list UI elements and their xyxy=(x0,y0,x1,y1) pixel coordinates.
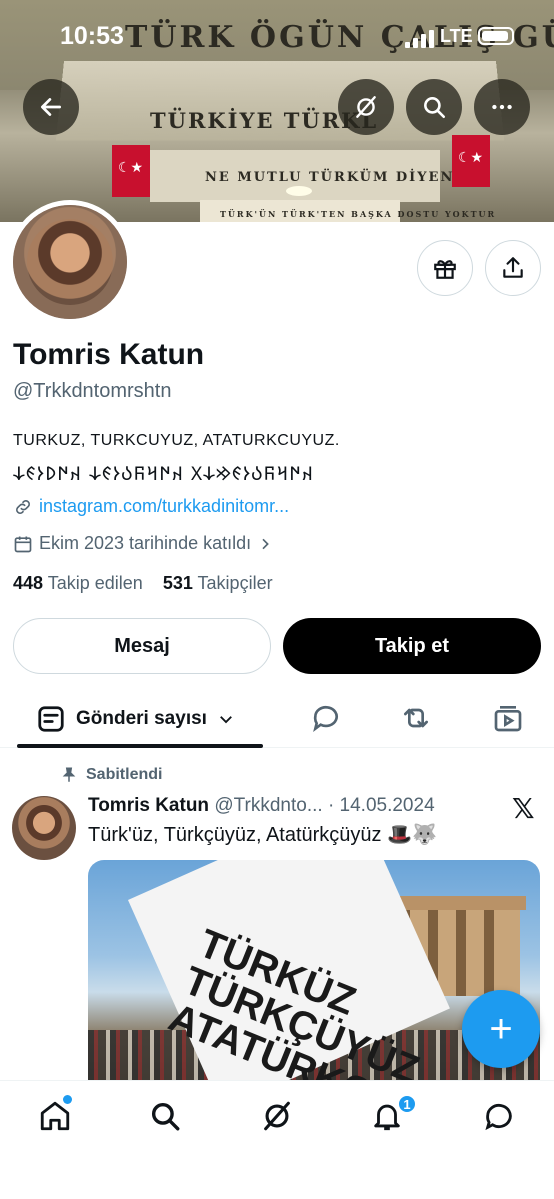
grok-icon xyxy=(264,1101,290,1131)
notification-badge: 1 xyxy=(397,1094,417,1114)
avatar-fur xyxy=(13,205,127,319)
post-handle-date: @Trkkdnto... · 14.05.2024 xyxy=(214,795,435,816)
chevron-down-icon xyxy=(220,716,232,724)
profile-link[interactable]: instagram.com/turkkadinitomr... xyxy=(13,496,289,517)
search-icon xyxy=(424,97,446,119)
nav-grok[interactable] xyxy=(260,1099,294,1133)
search-button[interactable] xyxy=(406,79,462,135)
followers-label: Takipçiler xyxy=(197,573,273,593)
nav-messages[interactable] xyxy=(482,1099,516,1133)
joined-date[interactable]: Ekim 2023 tarihinde katıldı xyxy=(13,533,273,554)
profile-link-text[interactable]: instagram.com/turkkadinitomr... xyxy=(39,496,289,517)
share-button[interactable] xyxy=(485,240,541,296)
plus-icon: + xyxy=(489,1006,513,1051)
bottom-nav: 1 xyxy=(0,1080,554,1199)
tab-posts-label: Gönderi sayısı xyxy=(76,708,207,729)
more-button[interactable] xyxy=(474,79,530,135)
gift-button[interactable] xyxy=(417,240,473,296)
retweet-tab-icon[interactable] xyxy=(400,702,432,734)
grok-button[interactable] xyxy=(338,79,394,135)
messages-icon xyxy=(485,1104,512,1131)
link-icon xyxy=(16,499,30,514)
posts-tab-icon xyxy=(38,706,64,732)
nav-search[interactable] xyxy=(148,1099,182,1133)
pinned-text: Sabitlendi xyxy=(86,766,163,783)
pinned-label: Sabitlendi xyxy=(60,766,162,784)
share-icon xyxy=(503,257,523,278)
lamp xyxy=(286,186,312,196)
post-image[interactable]: TÜRKÜZ TÜRKÇÜYÜZ ATATÜRKÇ xyxy=(88,860,540,1100)
battery-icon xyxy=(478,27,514,45)
arrow-left-icon xyxy=(40,98,62,116)
gift-icon xyxy=(434,260,456,279)
follow-stats: 448 Takip edilen 531 Takipçiler xyxy=(13,573,273,594)
post-text: Türk'üz, Türkçüyüz, Atatürkçüyüz 🎩🐺 xyxy=(88,824,437,846)
following-link[interactable]: 448 Takip edilen xyxy=(13,573,143,593)
chevron-right-icon xyxy=(262,538,269,549)
profile-bio-oldturkic: 𐰴𐰇𐰺𐰜𐰉𐰆𐰏𐰢𐰸𐰓 𐰴𐰇𐰺𐰜𐰉𐰆𐰏𐰸 𐰴𐰇𐰖𐰆𐰏𐰸 xyxy=(13,463,315,485)
profile-bio: TURKUZ, TURKCUYUZ, ATATURKCUYUZ. xyxy=(13,432,340,449)
follow-button[interactable]: Takip et xyxy=(283,618,541,674)
more-icon xyxy=(492,104,512,110)
search-icon xyxy=(151,1102,180,1131)
home-unread-dot xyxy=(63,1095,72,1104)
profile-handle: @Trkkdntomrshtn xyxy=(13,380,172,402)
status-time: 10:53 xyxy=(60,22,124,50)
banner-inscription: NE MUTLU TÜRKÜM DİYENE xyxy=(205,170,467,185)
post-header: Tomris Katun @Trkkdnto... · 14.05.2024 xyxy=(88,795,435,817)
status-bar: 10:53 LTE xyxy=(0,18,554,58)
pin-icon xyxy=(62,767,76,782)
back-button[interactable] xyxy=(23,79,79,135)
network-type: LTE xyxy=(440,26,473,46)
calendar-icon xyxy=(14,536,32,552)
turkish-flag xyxy=(452,135,490,187)
home-icon xyxy=(40,1101,70,1131)
tab-posts[interactable]: Gönderi sayısı xyxy=(36,704,235,734)
post-author[interactable]: Tomris Katun xyxy=(88,795,209,816)
following-label: Takip edilen xyxy=(47,573,143,593)
signal-icon xyxy=(405,30,434,48)
post-avatar[interactable] xyxy=(12,796,76,860)
banner-inscription: TÜRK'ÜN TÜRK'TEN BAŞKA DOSTU YOKTUR xyxy=(220,209,497,219)
active-tab-indicator xyxy=(17,744,263,748)
profile-avatar[interactable] xyxy=(8,200,132,324)
message-button[interactable]: Mesaj xyxy=(13,618,271,674)
grok-icon xyxy=(356,96,376,118)
followers-link[interactable]: 531 Takipçiler xyxy=(163,573,273,593)
following-count: 448 xyxy=(13,573,44,593)
followers-count: 531 xyxy=(162,573,193,593)
profile-tabs: Gönderi sayısı xyxy=(0,690,554,748)
x-logo-icon: 𝕏 xyxy=(512,793,535,824)
joined-text: Ekim 2023 tarihinde katıldı xyxy=(39,533,252,553)
turkish-flag xyxy=(112,145,150,197)
nav-home[interactable] xyxy=(38,1099,72,1133)
compose-button[interactable]: + xyxy=(462,990,540,1068)
profile-name: Tomris Katun xyxy=(13,338,205,371)
media-tab-icon[interactable] xyxy=(492,702,524,734)
replies-tab-icon[interactable] xyxy=(310,702,342,734)
